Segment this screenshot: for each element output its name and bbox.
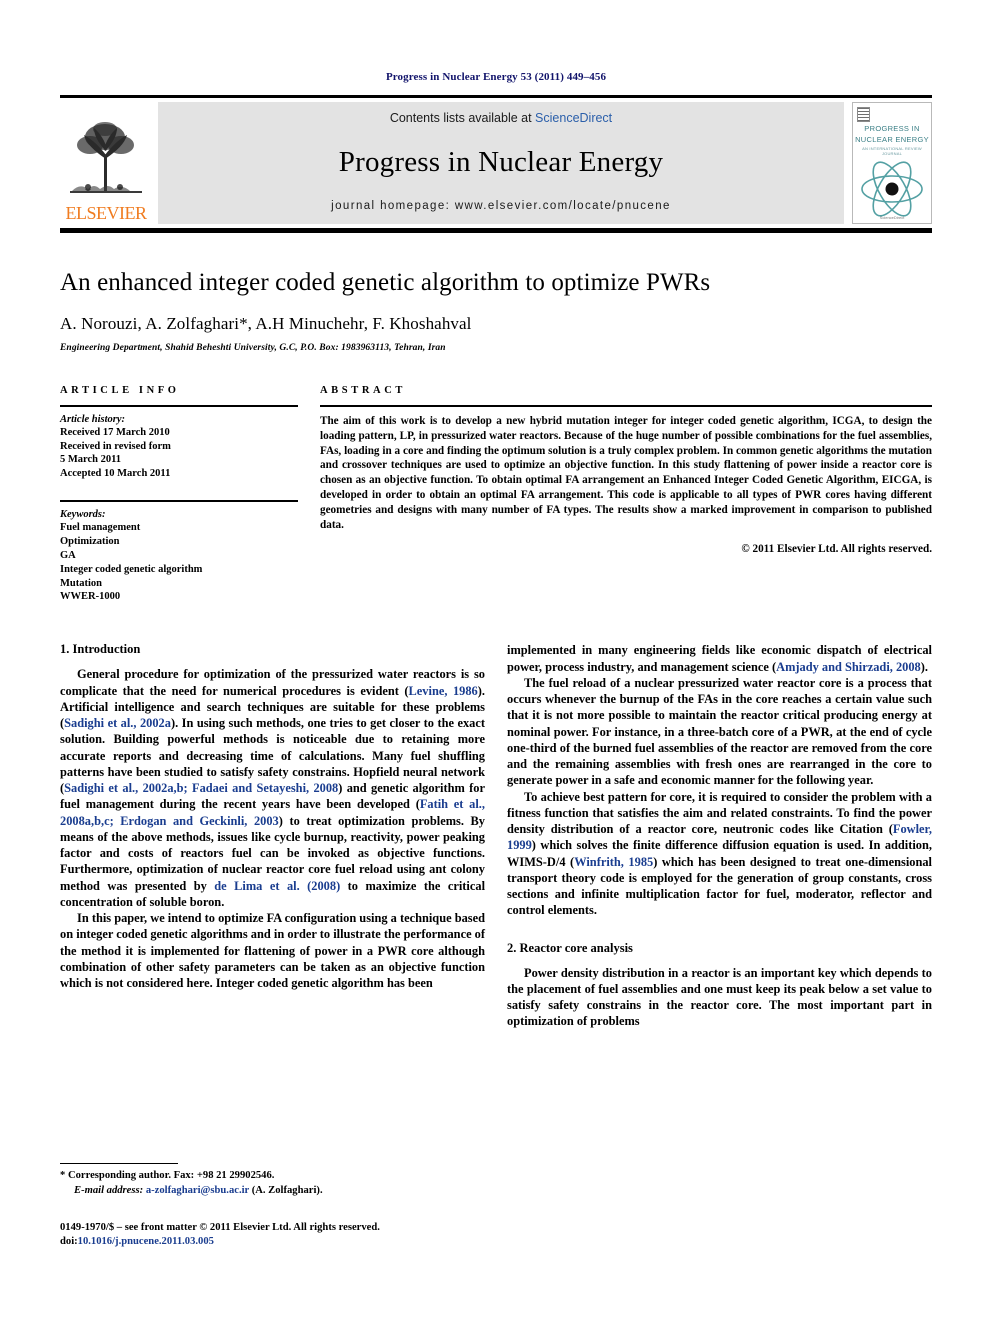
email-label: E-mail address: [74,1184,144,1196]
right-column: implemented in many engineering fields l… [507,642,932,1029]
paper-page: Progress in Nuclear Energy 53 (2011) 449… [0,0,992,1323]
article-info-column: ARTICLE INFO Article history: Received 1… [60,385,298,605]
elsevier-tree-icon [68,121,144,203]
section-heading-introduction: 1. Introduction [60,642,141,657]
copyright-line: © 2011 Elsevier Ltd. All rights reserved… [741,542,932,555]
doi-line: doi:10.1016/j.pnucene.2011.03.005 [60,1235,490,1250]
author-list: A. Norouzi, A. Zolfaghari*, A.H Minucheh… [60,313,472,333]
footnote-rule [60,1163,178,1164]
cover-title-line1: PROGRESS IN [864,124,920,133]
footnote-area: * Corresponding author. Fax: +98 21 2990… [60,1163,490,1250]
elsevier-logo: ELSEVIER [60,102,152,224]
cover-footer-text: ScienceDirect [879,214,905,220]
cover-title-line2: NUCLEAR ENERGY [855,135,929,145]
citation-link[interactable]: Sadighi et al., 2002a [64,716,171,730]
keyword-item: WWER-1000 [60,591,121,603]
citation-link[interactable]: Sadighi et al., 2002a,b; Fadaei and Seta… [64,781,338,795]
keyword-item: GA [60,549,76,561]
email-note: E-mail address: a-zolfaghari@sbu.ac.ir (… [60,1184,490,1199]
running-head: Progress in Nuclear Energy 53 (2011) 449… [385,71,607,83]
email-link[interactable]: a-zolfaghari@sbu.ac.ir [146,1185,249,1196]
abstract-label: ABSTRACT [320,384,406,396]
atom-icon [861,161,923,217]
text-run: To achieve best pattern for core, it is … [507,789,932,837]
abstract-column: ABSTRACT The aim of this work is to deve… [320,385,932,605]
keyword-item: Optimization [60,536,120,548]
email-suffix: (A. Zolfaghari). [249,1184,323,1196]
paragraph: General procedure for optimization of th… [60,666,485,910]
paragraph: To achieve best pattern for core, it is … [507,789,932,919]
cover-publisher-icon [857,107,870,122]
issn-copyright-block: 0149-1970/$ – see front matter © 2011 El… [60,1221,490,1251]
paragraph: implemented in many engineering fields l… [507,642,932,675]
corresponding-author-note: * Corresponding author. Fax: +98 21 2990… [60,1170,275,1181]
journal-masthead: ELSEVIER Contents lists available at Sci… [60,95,932,233]
paragraph: In this paper, we intend to optimize FA … [60,911,485,991]
citation-link[interactable]: de Lima et al. (2008) [214,879,340,893]
contents-prefix: Contents lists available at [389,111,536,125]
contents-available-line: Contents lists available at ScienceDirec… [390,111,612,125]
doi-link[interactable]: 10.1016/j.pnucene.2011.03.005 [78,1236,214,1247]
citation-link[interactable]: Winfrith, 1985 [574,855,653,869]
article-history-heading: Article history: [60,413,126,425]
issn-line: 0149-1970/$ – see front matter © 2011 El… [60,1221,380,1233]
keyword-item: Fuel management [60,522,141,534]
journal-band: Contents lists available at ScienceDirec… [158,102,844,224]
article-info-label: ARTICLE INFO [60,384,180,396]
text-run: ). [920,659,928,674]
paragraph: Power density distribution in a reactor … [507,965,932,1029]
keyword-item: Integer coded genetic algorithm [60,563,203,575]
abstract-rule [320,404,932,407]
sciencedirect-link[interactable]: ScienceDirect [535,111,612,125]
citation-link[interactable]: Amjady and Shirzadi, 2008 [776,660,921,674]
history-line: Received 17 March 2010 [60,426,170,438]
doi-label: doi: [60,1236,78,1248]
title-block: An enhanced integer coded genetic algori… [60,269,932,353]
section-heading-reactor-core-analysis: 2. Reactor core analysis [507,940,633,955]
journal-cover-thumbnail: PROGRESS IN NUCLEAR ENERGY AN INTERNATIO… [852,102,932,224]
info-abstract-area: ARTICLE INFO Article history: Received 1… [60,385,932,605]
keywords-rule [60,500,298,503]
history-line: 5 March 2011 [60,454,122,466]
elsevier-wordmark: ELSEVIER [65,203,148,223]
history-line: Received in revised form [60,440,171,452]
cover-subtitle: AN INTERNATIONAL REVIEW JOURNAL [862,145,922,156]
page-title: An enhanced integer coded genetic algori… [60,269,711,296]
paragraph: The fuel reload of a nuclear pressurized… [507,675,932,788]
keyword-item: Mutation [60,577,102,589]
affiliation: Engineering Department, Shahid Beheshti … [60,342,446,353]
keywords-block: Keywords: Fuel management Optimization G… [60,509,298,604]
keywords-heading: Keywords: [60,509,106,521]
left-column: 1. Introduction General procedure for op… [60,642,485,1029]
journal-homepage-line[interactable]: journal homepage: www.elsevier.com/locat… [331,200,671,212]
article-info-rule [60,404,298,407]
journal-name: Progress in Nuclear Energy [338,146,664,178]
abstract-text: The aim of this work is to develop a new… [320,414,932,531]
history-line: Accepted 10 March 2011 [60,468,171,480]
body-columns: 1. Introduction General procedure for op… [60,642,932,1029]
citation-link[interactable]: Levine, 1986 [409,684,478,698]
